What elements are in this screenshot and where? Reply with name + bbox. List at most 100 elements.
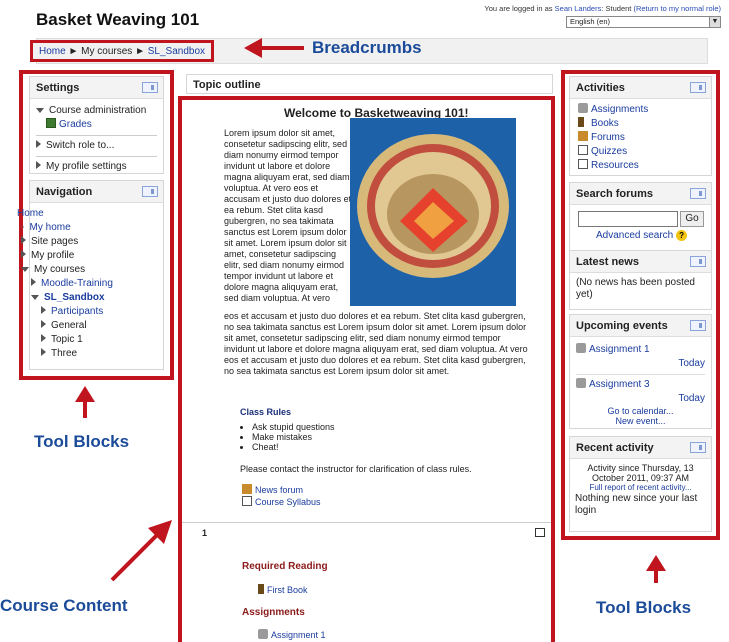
event-label: Assignment 3 (589, 379, 650, 390)
collapsed-icon (41, 348, 46, 356)
assignment-icon (258, 629, 268, 639)
block-toggle-icon[interactable] (142, 82, 158, 93)
activity-quizzes[interactable]: Quizzes (578, 145, 703, 159)
list-item: Ask stupid questions (252, 422, 335, 432)
new-event-link[interactable]: New event... (615, 416, 665, 426)
grades-icon (46, 118, 56, 128)
activity-forums[interactable]: Forums (578, 131, 703, 145)
return-role-link[interactable]: (Return to my normal role) (633, 4, 721, 13)
block-toggle-icon[interactable] (690, 442, 706, 453)
settings-block-title: Settings (30, 77, 163, 99)
login-info: You are logged in as Sean Landers: Stude… (484, 4, 721, 13)
intro-text-wide: eos et accusam et justo duo dolores et e… (224, 311, 528, 376)
block-toggle-icon[interactable] (690, 188, 706, 199)
event-assignment-1[interactable]: Assignment 1 (576, 343, 705, 357)
settings-item-grades[interactable]: Grades (36, 118, 157, 132)
annotation-breadcrumbs: Breadcrumbs (312, 38, 422, 57)
activities-block: Activities Assignments Books Forums Quiz… (569, 76, 712, 176)
document-icon (242, 496, 252, 506)
language-value: English (en) (570, 17, 611, 26)
upcoming-events-block: Upcoming events Assignment 1 Today Assig… (569, 314, 712, 429)
language-select[interactable]: English (en) ▼ (566, 16, 721, 28)
breadcrumb-separator: ► (68, 46, 79, 57)
topic-outline-title: Topic outline (193, 79, 261, 91)
book-icon (578, 117, 584, 127)
settings-item-course-admin[interactable]: Course administration (36, 104, 157, 118)
block-toggle-icon[interactable] (690, 256, 706, 267)
highlight-section-icon[interactable] (535, 528, 545, 537)
user-name-link[interactable]: Sean Landers (555, 4, 602, 13)
site-pages-label: Site pages (31, 236, 79, 247)
nav-site-pages[interactable]: Site pages (17, 235, 163, 249)
recent-activity-block: Recent activity Activity since Thursday,… (569, 436, 712, 532)
my-courses-label: My courses (34, 264, 86, 275)
class-rules-heading: Class Rules (240, 407, 292, 417)
activity-label: Resources (591, 160, 639, 171)
nav-my-courses[interactable]: My courses (17, 263, 163, 277)
assignment-1-row[interactable]: Assignment 1 (258, 629, 326, 640)
activity-assignments[interactable]: Assignments (578, 103, 703, 117)
collapsed-icon (31, 278, 36, 286)
nav-sl-sandbox[interactable]: SL_Sandbox (17, 291, 163, 305)
nav-home[interactable]: Home (17, 208, 44, 219)
breadcrumb-home[interactable]: Home (39, 46, 66, 57)
nav-my-profile[interactable]: My profile (17, 249, 163, 263)
search-forums-block: Search forums Go Advanced search ? (569, 182, 712, 252)
topic-1-label: Topic 1 (51, 334, 83, 345)
search-go-button[interactable]: Go (680, 211, 704, 227)
go-to-calendar-link[interactable]: Go to calendar... (607, 406, 673, 416)
nav-participants[interactable]: Participants (17, 305, 163, 319)
contact-text: Please contact the instructor for clarif… (240, 464, 472, 474)
course-syllabus-row[interactable]: Course Syllabus (242, 496, 321, 507)
news-forum-link: News forum (255, 485, 304, 495)
upcoming-events-block-title: Upcoming events (570, 315, 711, 337)
navigation-block-title: Navigation (30, 181, 163, 203)
annotation-arrow-left (244, 38, 304, 58)
latest-news-block: Latest news (No news has been posted yet… (569, 250, 712, 310)
collapsed-icon (36, 161, 41, 169)
advanced-search-row[interactable]: Advanced search ? (578, 230, 705, 241)
first-book-row[interactable]: First Book (258, 584, 308, 595)
activity-books[interactable]: Books (578, 117, 703, 131)
settings-item-profile[interactable]: My profile settings (36, 160, 157, 174)
collapsed-icon (21, 250, 26, 258)
block-toggle-icon[interactable] (690, 82, 706, 93)
nav-general[interactable]: General (17, 319, 163, 333)
collapsed-icon (41, 320, 46, 328)
help-icon[interactable]: ? (676, 230, 688, 241)
sl-sandbox-link: SL_Sandbox (44, 292, 105, 303)
nothing-new-text: Nothing new since your last login (575, 493, 698, 516)
course-admin-label: Course administration (49, 105, 147, 116)
block-toggle-icon[interactable] (690, 320, 706, 331)
event-date-link[interactable]: Today (678, 393, 705, 404)
breadcrumb-my-courses: My courses (81, 46, 133, 57)
general-label: General (51, 320, 87, 331)
role-text: : Student (601, 4, 632, 13)
settings-block: Settings Course administration Grades Sw… (29, 76, 164, 174)
list-item: Cheat! (252, 442, 335, 452)
nav-three[interactable]: Three (17, 347, 163, 361)
latest-news-text: (No news has been posted yet) (576, 277, 695, 300)
news-forum-row[interactable]: News forum (242, 484, 303, 495)
expanded-icon (21, 267, 29, 272)
event-date-link[interactable]: Today (678, 358, 705, 369)
search-forums-input[interactable] (578, 211, 678, 227)
quiz-icon (578, 145, 588, 155)
navigation-title: Navigation (36, 186, 93, 198)
collapsed-icon (41, 334, 46, 342)
event-label: Assignment 1 (589, 344, 650, 355)
nav-my-home[interactable]: My home (30, 222, 71, 233)
block-toggle-icon[interactable] (142, 186, 158, 197)
full-report-link[interactable]: Full report of recent activity... (589, 483, 691, 492)
nav-moodle-training[interactable]: Moodle-Training (17, 277, 163, 291)
section-number: 1 (202, 528, 208, 538)
activity-resources[interactable]: Resources (578, 159, 703, 173)
breadcrumb-course[interactable]: SL_Sandbox (148, 46, 205, 57)
nav-topic-1[interactable]: Topic 1 (17, 333, 163, 347)
section-divider (182, 522, 551, 523)
assignment-1-link: Assignment 1 (271, 630, 326, 640)
list-item: Make mistakes (252, 432, 335, 442)
settings-item-switch-role[interactable]: Switch role to... (36, 139, 157, 153)
moodle-training-link: Moodle-Training (41, 278, 113, 289)
event-assignment-3[interactable]: Assignment 3 (576, 374, 705, 392)
